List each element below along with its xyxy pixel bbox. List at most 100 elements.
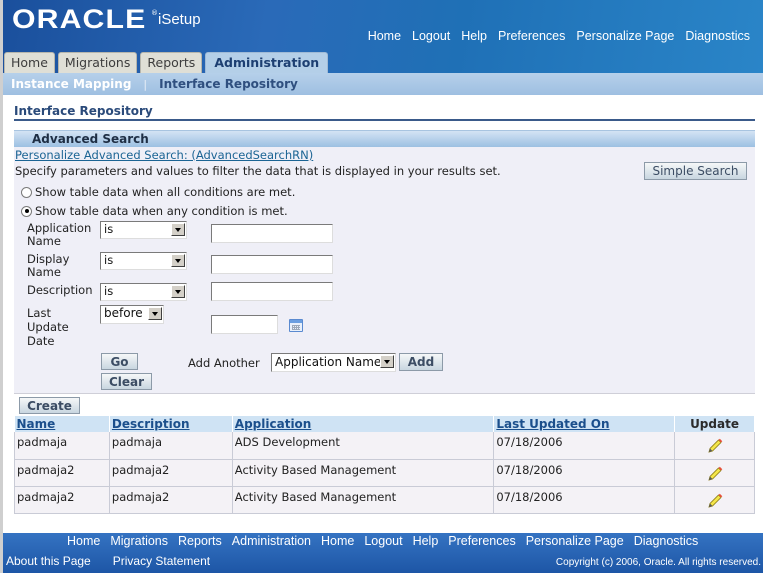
footer-link-preferences[interactable]: Preferences (448, 534, 515, 548)
footer-link-home-2[interactable]: Home (321, 534, 354, 548)
chevron-down-icon[interactable] (171, 223, 185, 236)
cell-application: ADS Development (232, 432, 495, 460)
description-operator-select[interactable]: is (100, 283, 187, 301)
cell-description: padmaja2 (109, 459, 233, 487)
sort-by-name-link[interactable]: Name (17, 417, 56, 431)
subtab-bar: Instance Mapping | Interface Repository (3, 73, 763, 95)
advanced-search-title: Advanced Search (32, 132, 149, 146)
oracle-brand: ORACLE (12, 4, 147, 34)
registered-mark: ® (151, 9, 158, 17)
cell-update (674, 432, 755, 460)
footer-link-home[interactable]: Home (67, 534, 100, 548)
sort-by-last-updated-link[interactable]: Last Updated On (496, 417, 609, 431)
column-header-name[interactable]: Name (14, 416, 110, 432)
results-table: Name Description Application Last Update… (14, 416, 755, 514)
sort-by-description-link[interactable]: Description (112, 417, 190, 431)
global-links: Home Logout Help Preferences Personalize… (357, 29, 750, 43)
column-header-application[interactable]: Application (232, 416, 495, 432)
display-name-operator-value: is (104, 253, 114, 267)
table-row: padmaja2 padmaja2 Activity Based Managem… (14, 459, 755, 487)
page-footer: Home Migrations Reports Administration H… (3, 533, 763, 573)
pencil-icon[interactable] (706, 437, 724, 458)
subtab-instance-mapping[interactable]: Instance Mapping (11, 77, 131, 91)
footer-link-logout[interactable]: Logout (364, 534, 402, 548)
last-update-date-operator-value: before (104, 306, 143, 320)
global-link-home[interactable]: Home (368, 29, 401, 43)
window-left-border (0, 0, 3, 573)
last-update-date-label: Last Update Date (27, 306, 69, 348)
application-name-operator-value: is (104, 222, 114, 236)
description-value-input[interactable] (211, 282, 333, 301)
description-operator-value: is (104, 284, 114, 298)
match-all-option[interactable]: Show table data when all conditions are … (21, 185, 295, 199)
match-any-radio[interactable] (21, 205, 32, 217)
tab-reports[interactable]: Reports (140, 52, 203, 73)
global-link-logout[interactable]: Logout (412, 29, 450, 43)
chevron-down-icon[interactable] (171, 285, 185, 298)
privacy-statement-link[interactable]: Privacy Statement (113, 554, 210, 568)
global-link-personalize-page[interactable]: Personalize Page (576, 29, 674, 43)
cell-description: padmaja2 (109, 486, 233, 514)
footer-link-diagnostics[interactable]: Diagnostics (634, 534, 699, 548)
match-all-label: Show table data when all conditions are … (35, 185, 296, 199)
footer-links: Home Migrations Reports Administration H… (67, 534, 708, 548)
cell-update (674, 486, 755, 514)
footer-secondary-links: About this Page Privacy Statement (6, 554, 232, 568)
results-toolbar: Create (14, 393, 755, 416)
create-button[interactable]: Create (19, 397, 80, 414)
product-name: iSetup (158, 11, 201, 28)
global-link-diagnostics[interactable]: Diagnostics (685, 29, 750, 43)
footer-link-administration[interactable]: Administration (232, 534, 311, 548)
last-update-date-input[interactable] (211, 315, 278, 334)
add-button[interactable]: Add (399, 353, 443, 371)
personalize-advanced-search-link[interactable]: Personalize Advanced Search: (AdvancedSe… (15, 148, 313, 162)
about-this-page-link[interactable]: About this Page (6, 554, 91, 568)
match-any-option[interactable]: Show table data when any condition is me… (21, 204, 288, 218)
add-another-select[interactable]: Application Name (271, 353, 396, 372)
calendar-icon[interactable] (289, 319, 303, 332)
subtab-interface-repository[interactable]: Interface Repository (159, 77, 298, 91)
global-link-help[interactable]: Help (461, 29, 487, 43)
table-row: padmaja padmaja ADS Development 07/18/20… (14, 432, 755, 460)
application-name-value-input[interactable] (211, 224, 333, 243)
display-name-label: Display Name (27, 252, 70, 279)
column-header-description[interactable]: Description (109, 416, 233, 432)
footer-link-reports[interactable]: Reports (178, 534, 222, 548)
simple-search-button[interactable]: Simple Search (644, 162, 747, 180)
chevron-down-icon[interactable] (148, 307, 162, 320)
footer-link-help[interactable]: Help (413, 534, 439, 548)
sort-by-application-link[interactable]: Application (235, 417, 312, 431)
application-name-operator-select[interactable]: is (100, 221, 187, 239)
main-tabs: Home Migrations Reports Administration (4, 52, 331, 73)
global-link-preferences[interactable]: Preferences (498, 29, 565, 43)
match-all-radio[interactable] (21, 186, 32, 198)
cell-last-updated: 07/18/2006 (493, 486, 676, 514)
pencil-icon[interactable] (706, 465, 724, 486)
table-row: padmaja2 padmaja2 Activity Based Managem… (14, 486, 755, 514)
footer-link-personalize-page[interactable]: Personalize Page (526, 534, 624, 548)
cell-application: Activity Based Management (232, 486, 495, 514)
tab-migrations[interactable]: Migrations (57, 52, 138, 73)
tab-home[interactable]: Home (4, 52, 55, 73)
footer-link-migrations[interactable]: Migrations (110, 534, 168, 548)
advanced-search-region: Advanced Search Personalize Advanced Sea… (14, 130, 755, 393)
column-header-last-updated-on[interactable]: Last Updated On (493, 416, 676, 432)
cell-description: padmaja (109, 432, 233, 460)
pencil-icon[interactable] (706, 492, 724, 513)
search-instructions: Specify parameters and values to filter … (15, 164, 501, 178)
go-button[interactable]: Go (101, 353, 138, 370)
subtab-separator: | (143, 77, 148, 91)
display-name-operator-select[interactable]: is (100, 252, 187, 270)
advanced-search-header: Advanced Search (14, 130, 755, 147)
tab-administration[interactable]: Administration (205, 52, 329, 73)
cell-last-updated: 07/18/2006 (493, 459, 676, 487)
match-any-label: Show table data when any condition is me… (35, 204, 288, 218)
add-another-selected-value: Application Name (275, 355, 382, 369)
clear-button[interactable]: Clear (101, 373, 152, 390)
last-update-date-operator-select[interactable]: before (100, 305, 164, 324)
chevron-down-icon[interactable] (171, 254, 185, 267)
display-name-value-input[interactable] (211, 255, 333, 274)
add-another-label: Add Another (188, 356, 260, 370)
chevron-down-icon[interactable] (380, 355, 394, 368)
results-header-row: Name Description Application Last Update… (14, 416, 755, 432)
